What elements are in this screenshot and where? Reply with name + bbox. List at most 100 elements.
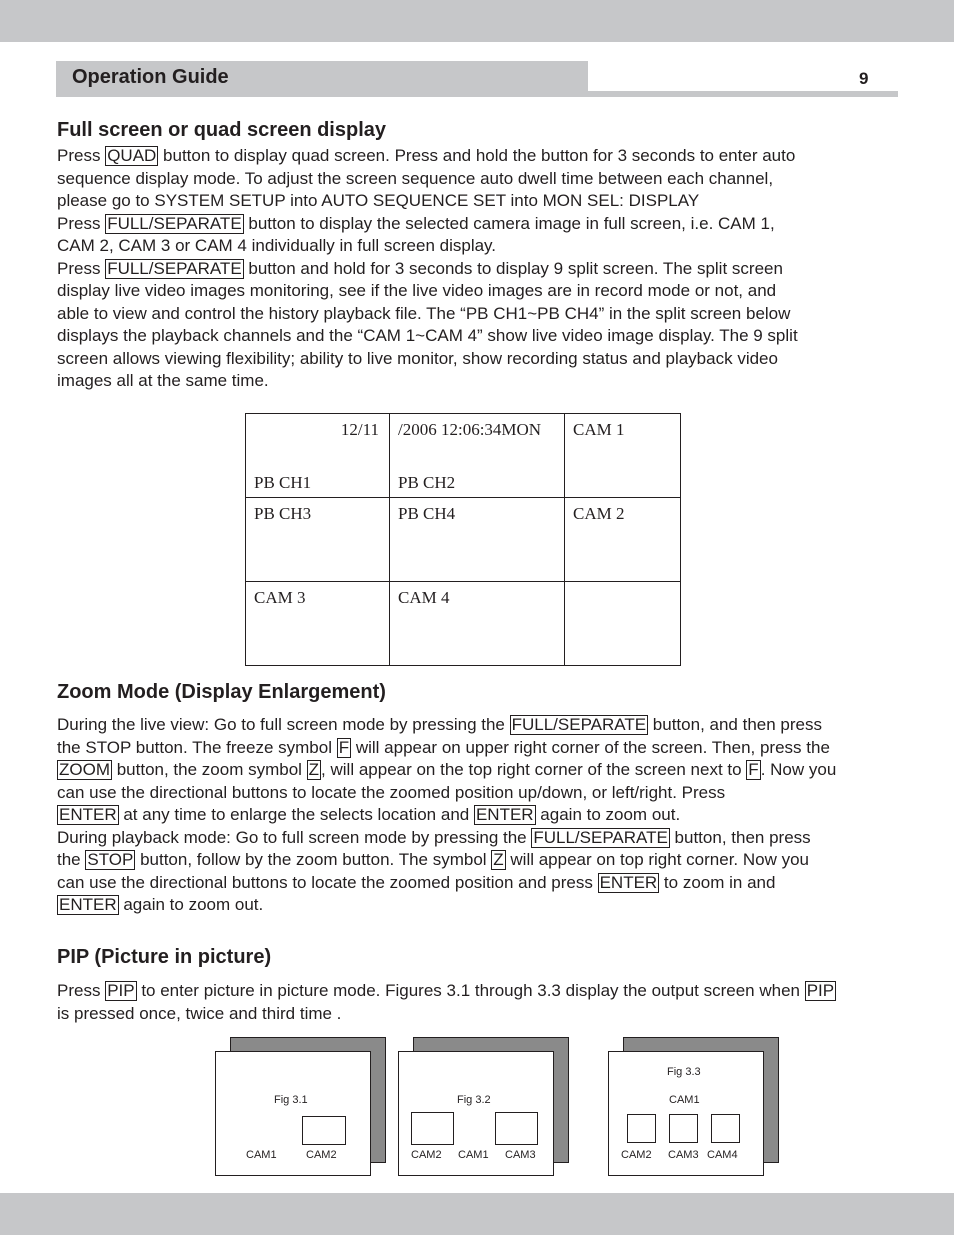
text-line: is pressed once, twice and third time . xyxy=(57,1003,917,1026)
split-cell: 12/11 PB CH1 xyxy=(245,413,390,498)
text-line: screen allows viewing flexibility; abili… xyxy=(57,348,917,371)
figure-caption: Fig 3.1 xyxy=(274,1094,308,1106)
cell-label: PB CH1 xyxy=(254,473,312,492)
split-cell xyxy=(564,581,681,666)
button-key-label: Z xyxy=(491,850,506,870)
text-run: please go to SYSTEM SETUP into AUTO SEQU… xyxy=(57,191,700,210)
text-run: Press xyxy=(57,258,106,278)
text-run: able to view and control the history pla… xyxy=(57,303,791,323)
text-run: will appear on top right corner. Now you xyxy=(505,850,809,869)
text-run: screen allows viewing flexibility; abili… xyxy=(57,348,778,368)
bottom-band xyxy=(0,1193,954,1235)
text-run: . Now you xyxy=(760,760,837,779)
pip-window xyxy=(495,1112,538,1145)
button-key-label: STOP xyxy=(85,850,136,870)
time-label: /2006 12:06:34MON xyxy=(398,420,542,439)
text-run: During the live view: Go to full screen … xyxy=(57,715,510,734)
text-run: again to zoom out. xyxy=(118,895,264,914)
text-line: Press QUAD button to display quad screen… xyxy=(57,145,917,168)
pip-paragraph: Press PIP to enter picture in picture mo… xyxy=(57,980,917,1025)
text-run: , will appear on the top right corner of… xyxy=(321,760,747,779)
split-screen-diagram: 12/11 PB CH1 /2006 12:06:34MON PB CH2 CA… xyxy=(245,413,681,666)
button-key-label: F xyxy=(746,760,761,780)
pip-window xyxy=(711,1114,740,1143)
text-line: the STOP button, follow by the zoom butt… xyxy=(57,849,917,872)
text-run: button, follow by the zoom button. The s… xyxy=(135,850,492,869)
text-run: will appear on upper right corner of the… xyxy=(351,737,830,757)
figure-caption: Fig 3.3 xyxy=(667,1066,701,1078)
pip-window xyxy=(411,1112,454,1145)
zoom-mode-paragraph: During the live view: Go to full screen … xyxy=(57,714,917,917)
text-line: display live video images monitoring, se… xyxy=(57,280,917,303)
text-line: Press PIP to enter picture in picture mo… xyxy=(57,980,917,1003)
text-run: again to zoom out. xyxy=(535,805,681,824)
text-line: please go to SYSTEM SETUP into AUTO SEQU… xyxy=(57,190,917,213)
header-title-bar: Operation Guide xyxy=(56,61,588,97)
cam-label: CAM3 xyxy=(668,1149,699,1161)
text-run: can use the directional buttons to locat… xyxy=(57,872,598,892)
text-run: the STOP button. The freeze symbol xyxy=(57,737,337,757)
text-run: CAM 2, CAM 3 or CAM 4 individually in fu… xyxy=(57,236,497,255)
figure-3-2: Fig 3.2 CAM2 CAM1 CAM3 xyxy=(398,1037,569,1177)
text-run: display live video images monitoring, se… xyxy=(57,281,777,300)
monitor-screen: Fig 3.3 CAM1 CAM2 CAM3 CAM4 xyxy=(608,1051,764,1176)
text-run: Press xyxy=(57,146,106,165)
button-key-label: F xyxy=(336,737,352,758)
text-line: the STOP button. The freeze symbol F wil… xyxy=(57,737,917,760)
split-cell: CAM 1 xyxy=(564,413,681,498)
text-run: button, then press xyxy=(669,827,811,847)
text-run: button to display the selected camera im… xyxy=(243,213,775,233)
pip-window xyxy=(669,1114,698,1143)
full-screen-paragraph: Press QUAD button to display quad screen… xyxy=(57,145,917,393)
button-key-label: FULL/SEPARATE xyxy=(509,715,649,735)
cell-label: PB CH2 xyxy=(398,473,456,492)
button-key-label: PIP xyxy=(105,981,137,1001)
text-run: can use the directional buttons to locat… xyxy=(57,782,726,802)
page-header: Operation Guide 9 xyxy=(56,61,898,97)
date-label: 12/11 xyxy=(340,420,379,439)
text-line: ENTER again to zoom out. xyxy=(57,894,917,917)
button-key-label: ENTER xyxy=(473,805,536,825)
pip-window xyxy=(627,1114,656,1143)
section-heading-full-screen: Full screen or quad screen display xyxy=(57,119,387,141)
split-cell: PB CH3 xyxy=(245,497,390,582)
button-key-label: FULL/SEPARATE xyxy=(105,258,244,279)
page-number: 9 xyxy=(859,69,869,88)
top-band xyxy=(0,0,954,42)
text-run: Press xyxy=(57,981,106,1000)
cell-label: CAM 4 xyxy=(398,588,450,607)
split-cell: CAM 3 xyxy=(245,581,390,666)
text-line: displays the playback channels and the “… xyxy=(57,325,917,348)
button-key-label: PIP xyxy=(804,981,837,1001)
button-key-label: Z xyxy=(306,760,322,780)
cell-label: PB CH4 xyxy=(398,504,456,523)
button-key-label: FULL/SEPARATE xyxy=(531,827,670,848)
header-rule xyxy=(588,91,898,97)
text-line: ENTER at any time to enlarge the selects… xyxy=(57,804,917,827)
text-line: can use the directional buttons to locat… xyxy=(57,872,917,895)
text-run: displays the playback channels and the “… xyxy=(57,326,798,345)
text-line: images all at the same time. xyxy=(57,370,917,393)
cam-label: CAM3 xyxy=(505,1149,536,1161)
text-run: button and hold for 3 seconds to display… xyxy=(243,258,783,278)
text-run: is pressed once, twice and third time . xyxy=(57,1003,342,1023)
text-line: During the live view: Go to full screen … xyxy=(57,714,917,737)
text-run: button to display quad screen. Press and… xyxy=(158,146,796,165)
text-run: Press xyxy=(57,213,106,233)
text-line: ZOOM button, the zoom symbol Z, will app… xyxy=(57,759,917,782)
button-key-label: ENTER xyxy=(57,895,119,915)
text-line: Press FULL/SEPARATE button to display th… xyxy=(57,213,917,236)
cam-label: CAM4 xyxy=(707,1149,738,1161)
text-line: Press FULL/SEPARATE button and hold for … xyxy=(57,258,917,281)
text-run: During playback mode: Go to full screen … xyxy=(57,827,532,847)
section-heading-zoom-mode: Zoom Mode (Display Enlargement) xyxy=(57,681,386,703)
figure-caption: Fig 3.2 xyxy=(457,1094,491,1106)
text-line: During playback mode: Go to full screen … xyxy=(57,827,917,850)
cam-label: CAM2 xyxy=(411,1149,442,1161)
split-cell: CAM 2 xyxy=(564,497,681,582)
cam-label: CAM2 xyxy=(621,1149,652,1161)
cell-label: PB CH3 xyxy=(254,504,312,523)
text-run: button, the zoom symbol xyxy=(112,760,307,779)
button-key-label: FULL/SEPARATE xyxy=(105,213,244,234)
text-run: to zoom in and xyxy=(659,872,776,892)
